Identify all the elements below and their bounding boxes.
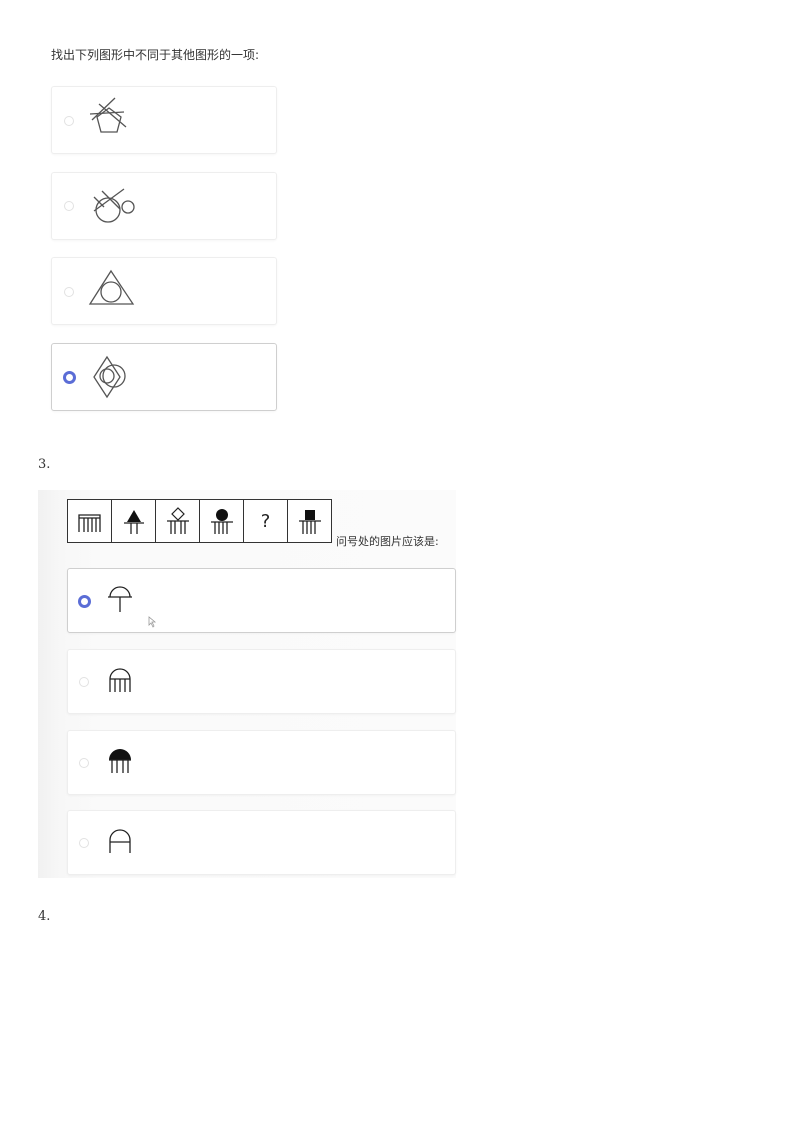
q2-option-c-radio[interactable]	[64, 287, 74, 297]
q2-option-d-radio[interactable]	[63, 371, 76, 384]
arch-comb-icon	[106, 666, 136, 696]
circle-in-triangle-icon	[88, 267, 136, 313]
q3-option-a-radio[interactable]	[78, 595, 91, 608]
q3-suffix: 问号处的图片应该是:	[336, 535, 439, 548]
question-mark-cell: ?	[244, 500, 288, 542]
circles-with-crossing-lines-icon	[90, 183, 140, 229]
q2-option-b-radio[interactable]	[64, 201, 74, 211]
q4-number: 4.	[38, 909, 51, 924]
pentagon-with-crossing-lines-icon	[86, 96, 132, 142]
q2-option-d[interactable]	[51, 343, 277, 411]
q2-option-a[interactable]	[51, 86, 277, 154]
diamond-with-circles-icon	[92, 353, 138, 401]
arch-two-legs-icon	[106, 827, 136, 857]
q2-option-c[interactable]	[51, 257, 277, 325]
q3-number: 3.	[38, 457, 51, 472]
q3-option-d[interactable]	[67, 810, 456, 875]
q3-option-a[interactable]	[67, 568, 456, 633]
q3-option-b[interactable]	[67, 649, 456, 714]
dot-comb-icon	[200, 500, 244, 542]
filled-dome-comb-icon	[106, 747, 136, 777]
q3-option-c[interactable]	[67, 730, 456, 795]
diamond-comb-icon	[156, 500, 200, 542]
q2-option-b[interactable]	[51, 172, 277, 240]
square-comb-icon	[288, 500, 331, 542]
cursor-icon	[148, 613, 158, 632]
comb-arch-icon	[68, 500, 112, 542]
q2-prompt: 找出下列图形中不同于其他图形的一项:	[51, 48, 260, 62]
q3-option-b-radio[interactable]	[79, 677, 89, 687]
triangle-comb-icon	[112, 500, 156, 542]
q3-option-c-radio[interactable]	[79, 758, 89, 768]
q2-option-a-radio[interactable]	[64, 116, 74, 126]
q3-sequence: ?	[67, 499, 332, 543]
arch-t-icon	[106, 585, 136, 615]
question-mark: ?	[260, 510, 271, 532]
q3-option-d-radio[interactable]	[79, 838, 89, 848]
